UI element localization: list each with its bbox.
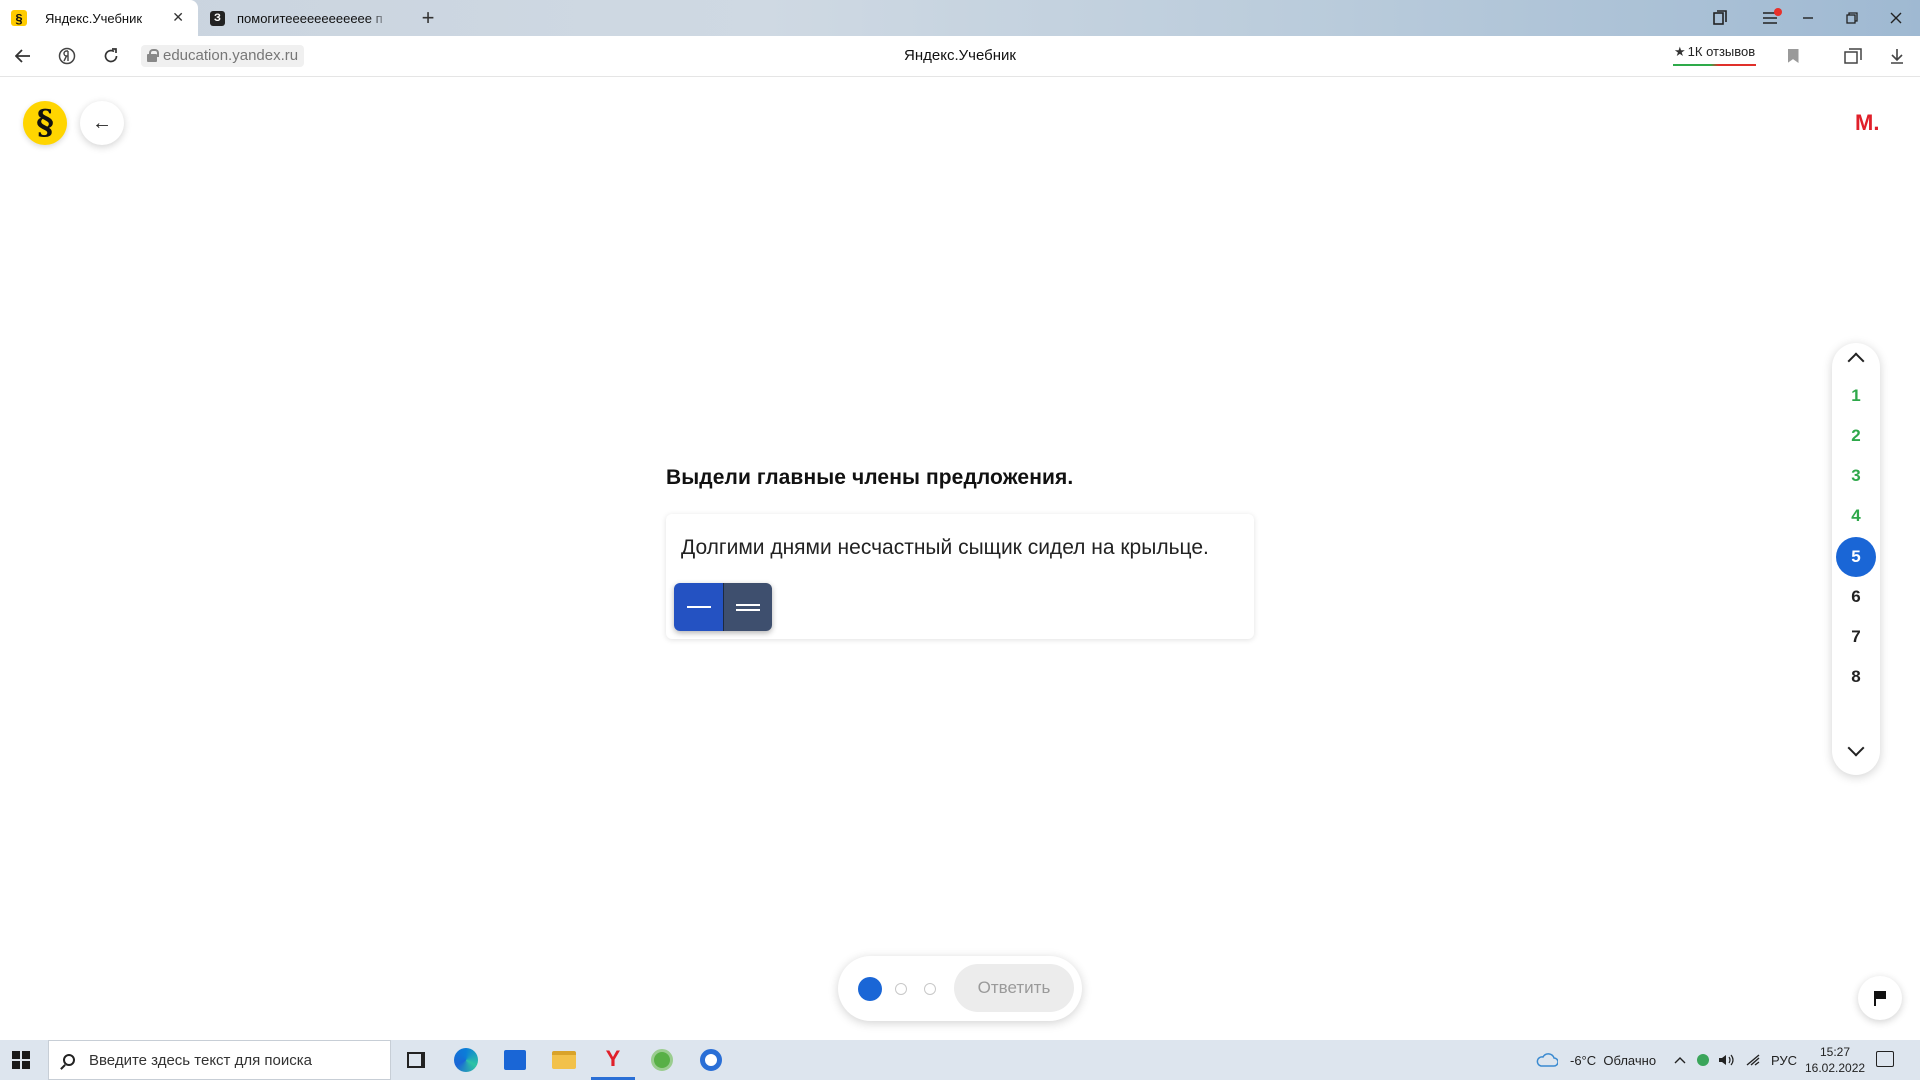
attempt-indicator-3 [924,983,936,995]
arrow-left-icon: ← [92,111,112,134]
task-number-2[interactable]: 2 [1836,416,1876,456]
edge-browser-icon[interactable] [444,1040,488,1080]
answer-button[interactable]: Ответить [954,964,1074,1012]
volume-icon[interactable] [1718,1040,1734,1080]
star-icon: ★ [1674,44,1686,59]
windows-taskbar: Введите здесь текст для поиска Y -6°C Об… [0,1040,1920,1080]
task-number-4[interactable]: 4 [1836,496,1876,536]
double-underline-icon [736,603,760,611]
new-tab-button[interactable]: + [416,5,440,30]
bookmark-icon[interactable] [1778,36,1808,76]
close-window-icon[interactable] [1876,0,1916,36]
browser-tab-strip: § Яндекс.Учебник ✕ З помогитееееееееееее… [0,0,1920,36]
yandex-home-icon[interactable] [52,36,82,76]
notification-dot [1774,8,1782,16]
green-app-icon[interactable] [640,1040,684,1080]
url-field[interactable]: education.yandex.ru [141,45,305,67]
menu-icon[interactable] [1750,0,1790,36]
answer-bar: Ответить [838,956,1082,1021]
task-number-1[interactable]: 1 [1836,376,1876,416]
language-indicator[interactable]: РУС [1771,1040,1797,1080]
tab-yandex-uchebnik[interactable]: § Яндекс.Учебник ✕ [0,0,198,36]
back-arrow-icon[interactable] [8,36,38,76]
predicate-underline-button[interactable] [723,583,772,631]
yandex-uchebnik-favicon-icon: § [11,10,27,26]
back-button[interactable]: ← [80,101,124,145]
search-icon [63,1054,75,1066]
weather-widget[interactable]: -6°C Облачно [1536,1040,1656,1080]
clock-date: 16.02.2022 [1805,1061,1866,1075]
show-hidden-icons-icon[interactable] [1674,1040,1686,1080]
tab-znanija[interactable]: З помогитееееееееееее п [208,0,394,36]
cloud-icon [1536,1053,1558,1067]
task-view-icon[interactable] [394,1040,438,1080]
task-navigator: 1 2 3 4 5 6 7 8 [1832,343,1880,775]
subject-underline-button[interactable] [674,583,723,631]
task-number-7[interactable]: 7 [1836,617,1876,657]
close-tab-icon[interactable]: ✕ [172,9,184,26]
report-button[interactable] [1858,976,1902,1020]
reviews-badge[interactable]: ★ 1К отзывов [1673,44,1757,66]
blue-circle-app-icon[interactable] [689,1040,733,1080]
tab-title: помогитееееееееееее п [237,10,383,26]
reload-icon[interactable] [96,36,126,76]
address-bar: Яндекс.Учебник education.yandex.ru ★ 1К о… [0,36,1920,77]
attempt-indicator-1 [858,977,882,1001]
task-question: Выдели главные члены предложения. [666,466,1074,489]
download-icon[interactable] [1882,36,1912,76]
task-number-5[interactable]: 5 [1836,537,1876,577]
file-explorer-icon[interactable] [542,1040,586,1080]
clock-time: 15:27 [1819,1045,1851,1059]
search-placeholder: Введите здесь текст для поиска [89,1051,312,1069]
chevron-up-icon [1847,352,1865,370]
network-icon[interactable] [1745,1040,1761,1080]
scroll-down-button[interactable] [1832,736,1880,766]
microsoft-store-icon[interactable] [493,1040,537,1080]
weather-text: -6°C Облачно [1570,1052,1657,1068]
taskbar-search-input[interactable]: Введите здесь текст для поиска [48,1040,391,1080]
task-number-8[interactable]: 8 [1836,657,1876,697]
lock-icon [147,49,159,62]
znanija-favicon-icon: З [210,10,225,26]
tab-title: Яндекс.Учебник [45,10,143,26]
user-avatar[interactable]: М. [1855,110,1879,136]
notification-center-icon[interactable] [1876,1051,1894,1067]
windows-start-icon[interactable] [12,1051,30,1069]
task-sentence[interactable]: Долгими днями несчастный сыщик сидел на … [681,536,1209,560]
markup-toolbar [674,583,772,631]
system-clock[interactable]: 15:27 16.02.2022 [1805,1044,1865,1076]
collections-icon[interactable] [1838,36,1868,76]
url-text: education.yandex.ru [163,47,299,64]
task-number-6[interactable]: 6 [1836,577,1876,617]
flag-icon [1874,990,1886,1006]
chevron-down-icon [1847,739,1865,757]
single-underline-icon [686,606,711,608]
reviews-label: 1К отзывов [1687,44,1756,59]
minimize-icon[interactable] [1788,0,1828,36]
task-number-3[interactable]: 3 [1836,456,1876,496]
attempt-indicator-2 [895,983,907,995]
yandex-uchebnik-logo[interactable]: § [23,101,67,145]
restore-icon[interactable] [1832,0,1872,36]
tabs-sync-icon[interactable] [1700,0,1740,36]
security-icon[interactable] [1696,1040,1710,1080]
task-card: Долгими днями несчастный сыщик сидел на … [666,514,1254,639]
yandex-browser-icon[interactable]: Y [591,1040,635,1080]
scroll-up-button[interactable] [1832,343,1880,373]
